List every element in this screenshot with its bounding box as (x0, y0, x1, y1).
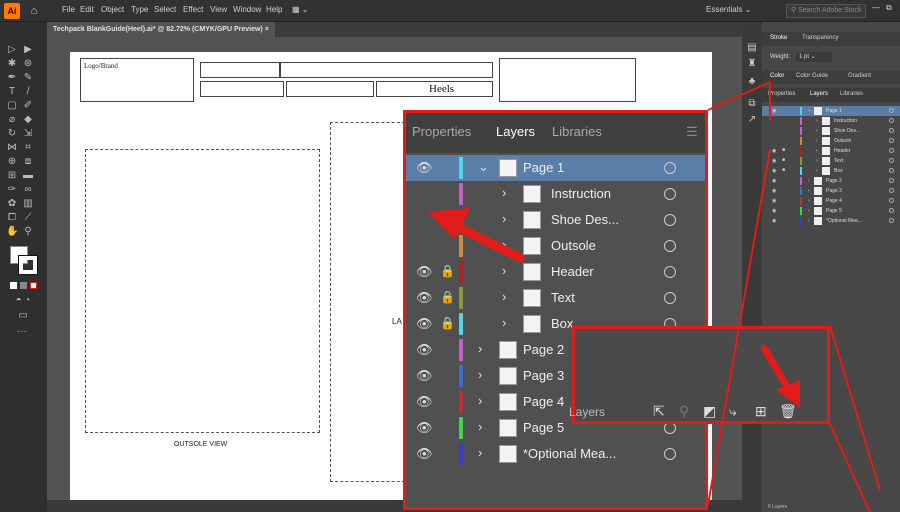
arrow-to-eye-column (428, 208, 525, 263)
annotation-overlay (428, 81, 881, 512)
arrow-to-trash-icon (760, 344, 800, 408)
callout-lines (707, 81, 881, 512)
